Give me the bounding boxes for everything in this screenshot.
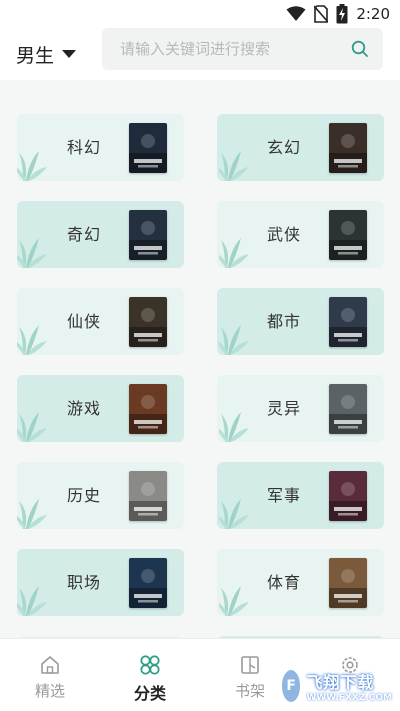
book-cover-image	[129, 471, 167, 521]
no-sim-icon	[314, 5, 329, 23]
tab-category[interactable]: 分类	[100, 639, 200, 711]
home-icon	[41, 656, 59, 674]
category-card[interactable]: 都市	[217, 288, 384, 355]
category-label: 奇幻	[67, 225, 102, 244]
category-card[interactable]: 历史	[17, 462, 184, 529]
book-cover-image	[329, 384, 367, 434]
book-cover-image	[329, 210, 367, 260]
status-time: 2:20	[356, 5, 390, 23]
category-label: 灵异	[267, 399, 302, 418]
category-card[interactable]: 科幻	[17, 114, 184, 181]
category-card[interactable]: 军事	[217, 462, 384, 529]
leaf-decoration-icon	[17, 568, 47, 616]
status-bar: 2:20	[0, 0, 400, 28]
book-cover-image	[129, 384, 167, 434]
search-box[interactable]	[102, 28, 383, 70]
category-label: 都市	[267, 312, 302, 331]
search-icon[interactable]	[351, 40, 369, 58]
category-card[interactable]: 体育	[217, 549, 384, 616]
leaf-decoration-icon	[217, 568, 249, 616]
leaf-decoration-icon	[217, 220, 249, 268]
book-cover-image	[329, 558, 367, 608]
category-label: 军事	[267, 486, 302, 505]
leaf-decoration-icon	[217, 481, 249, 529]
book-cover-image	[129, 210, 167, 260]
tab-bookshelf-label: 书架	[234, 682, 265, 700]
category-label: 体育	[267, 573, 302, 592]
leaf-decoration-icon	[17, 133, 47, 181]
category-grid: 科幻 玄幻奇幻 武侠仙侠 都市游戏 灵异历史 军事职场 体育	[17, 114, 384, 638]
leaf-decoration-icon	[17, 307, 47, 355]
book-cover-image	[329, 123, 367, 173]
leaf-decoration-icon	[217, 133, 249, 181]
leaf-decoration-icon	[17, 481, 47, 529]
category-card[interactable]: 奇幻	[17, 201, 184, 268]
leaf-decoration-icon	[17, 394, 47, 442]
book-cover-image	[129, 123, 167, 173]
category-list[interactable]: 科幻 玄幻奇幻 武侠仙侠 都市游戏 灵异历史 军事职场 体育	[0, 82, 400, 638]
clover-icon	[140, 655, 160, 675]
gender-selector[interactable]: 男生	[16, 41, 77, 68]
tab-featured[interactable]: 精选	[0, 639, 100, 711]
category-card[interactable]: 职场	[17, 549, 184, 616]
search-input[interactable]	[120, 40, 351, 58]
category-card[interactable]: 灵异	[217, 375, 384, 442]
category-card[interactable]: 游戏	[17, 375, 184, 442]
category-label: 仙侠	[67, 312, 102, 331]
gender-label: 男生	[16, 44, 55, 67]
category-label: 科幻	[67, 138, 102, 157]
category-label: 游戏	[67, 399, 102, 418]
site-watermark: F 飞翔下载 WWW.FXXZ.COM	[280, 666, 392, 706]
category-label: 玄幻	[267, 138, 302, 157]
book-cover-image	[329, 297, 367, 347]
watermark-logo-icon: F	[280, 668, 303, 704]
wifi-icon	[286, 6, 306, 21]
watermark-sub: WWW.FXXZ.COM	[306, 693, 392, 703]
book-cover-image	[129, 558, 167, 608]
book-cover-image	[329, 471, 367, 521]
category-label: 武侠	[267, 225, 302, 244]
caret-down-icon	[62, 50, 77, 58]
leaf-decoration-icon	[17, 220, 47, 268]
bookshelf-icon	[241, 656, 259, 674]
leaf-decoration-icon	[217, 307, 249, 355]
leaf-decoration-icon	[217, 394, 249, 442]
header: 男生	[0, 28, 400, 80]
category-label: 历史	[67, 486, 102, 505]
category-label: 职场	[67, 573, 102, 592]
tab-category-label: 分类	[133, 684, 166, 703]
watermark-main: 飞翔下载	[306, 673, 375, 692]
category-card[interactable]: 武侠	[217, 201, 384, 268]
tab-featured-label: 精选	[34, 682, 65, 700]
category-card[interactable]: 仙侠	[17, 288, 184, 355]
category-card[interactable]: 玄幻	[217, 114, 384, 181]
book-cover-image	[129, 297, 167, 347]
battery-charging-icon	[336, 4, 348, 24]
